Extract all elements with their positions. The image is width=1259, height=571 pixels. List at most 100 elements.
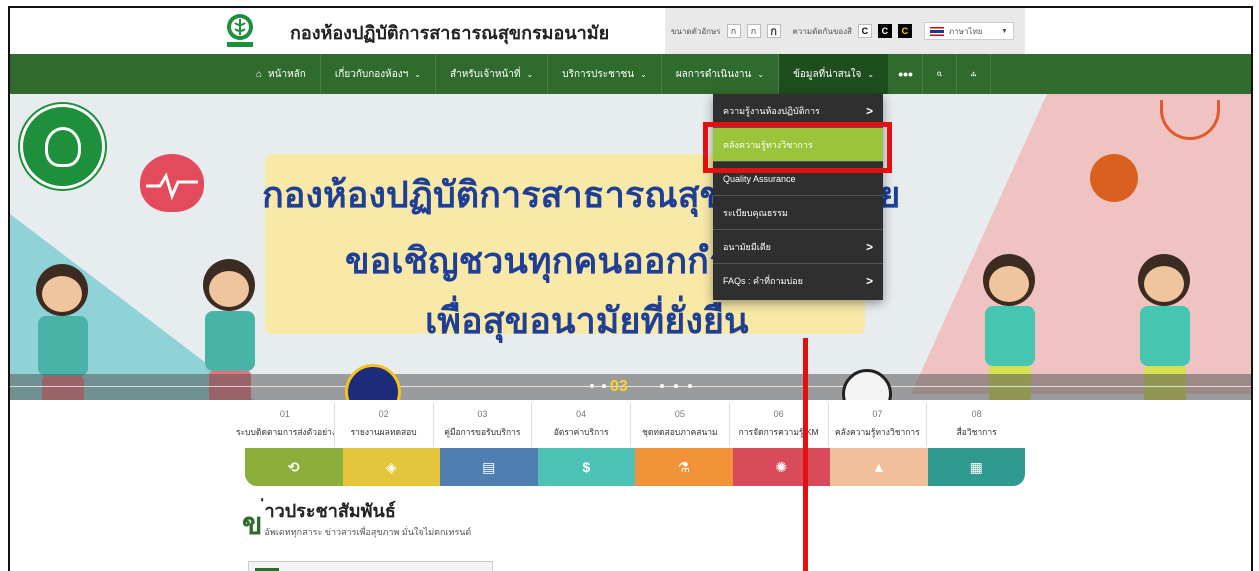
- service-number: 05: [674, 409, 685, 419]
- department-of-health-logo-icon[interactable]: [225, 13, 255, 49]
- service-label: คลังความรู้ทางวิชาการ: [834, 427, 920, 437]
- sitemap-icon: [971, 71, 977, 77]
- flask-icon[interactable]: ⚗: [635, 448, 733, 486]
- service-number: 06: [773, 409, 784, 419]
- nav-item-performance[interactable]: ผลการดำเนินงาน ⌄: [662, 54, 780, 94]
- carousel-dot[interactable]: [660, 384, 664, 388]
- carousel-dot[interactable]: [602, 384, 606, 388]
- news-heading-initial: ข: [242, 508, 263, 541]
- volleyball-icon: [345, 364, 401, 400]
- service-label: รายงานผลทดสอบ: [350, 427, 417, 437]
- heart-icon: [140, 154, 204, 212]
- news-card[interactable]: [248, 561, 493, 571]
- annotation-highlight-box: [703, 122, 892, 173]
- font-small-button[interactable]: ก: [726, 24, 741, 38]
- nav-item-label: ข้อมูลที่น่าสนใจ: [793, 68, 862, 80]
- badge-icon[interactable]: ◈: [342, 448, 440, 486]
- service-item[interactable]: 02 รายงานผลทดสอบ: [335, 403, 434, 447]
- nav-item-interesting-info[interactable]: ข้อมูลที่น่าสนใจ ⌄: [779, 54, 890, 94]
- graduation-cap-icon[interactable]: ▲: [830, 448, 928, 486]
- nav-item-home[interactable]: ⌂ หน้าหลัก: [242, 54, 321, 94]
- chevron-down-icon: ⌄: [526, 69, 534, 79]
- history-icon[interactable]: ⟲: [245, 448, 343, 486]
- contrast-label: ความตัดกันของสี: [792, 26, 852, 36]
- dropdown-item-label: อนามัยมีเดีย: [723, 241, 771, 252]
- contrast-yellow-button[interactable]: C: [897, 24, 912, 38]
- chevron-right-icon: >: [865, 274, 873, 288]
- language-label: ภาษาไทย: [948, 26, 983, 36]
- site-title[interactable]: กองห้องปฏิบัติการสาธารณสุขกรมอนามัย: [290, 18, 609, 47]
- service-item[interactable]: 03 คู่มือการขอรับบริการ: [434, 403, 533, 447]
- basketball-icon: [1090, 154, 1138, 202]
- service-icon-bar: ⟲ ◈ ▤ $ ⚗ ✺ ▲ ▦: [245, 448, 1025, 486]
- chevron-right-icon: >: [865, 103, 873, 118]
- service-item[interactable]: 05 ชุดทดสอบภาคสนาม: [631, 403, 730, 447]
- main-nav: ⌂ หน้าหลัก เกี่ยวกับกองห้องฯ ⌄ สำหรับเจ้…: [10, 54, 1251, 94]
- nav-item-label: สำหรับเจ้าหน้าที่: [449, 68, 521, 80]
- service-item[interactable]: 06 การจัดการความรู้ KM: [730, 403, 829, 447]
- hero-carousel[interactable]: กองห้องปฏิบัติการสาธารณสุขกรมอนามัย ขอเช…: [10, 94, 1251, 400]
- sitemap-button[interactable]: [957, 54, 992, 94]
- font-large-button[interactable]: ก: [766, 24, 781, 38]
- chevron-down-icon: ▼: [1000, 27, 1008, 35]
- chevron-down-icon: ⌄: [757, 69, 765, 79]
- news-section-heading: ข ่าวประชาสัมพันธ์ อัพเดททุกสาระ ข่าวสาร…: [242, 496, 472, 541]
- dropdown-item-label: ระเบียบคุณธรรม: [723, 207, 788, 218]
- nav-item-label: หน้าหลัก: [268, 68, 306, 80]
- hero-tagline: เพื่อสุขอนามัยที่ยั่งยืน: [425, 301, 749, 342]
- service-label: ชุดทดสอบภาคสนาม: [642, 427, 718, 437]
- carousel-dot[interactable]: [590, 384, 594, 388]
- browser-frame: กองห้องปฏิบัติการสาธารณสุขกรมอนามัย ขนาด…: [8, 6, 1253, 571]
- service-item[interactable]: 01 ระบบติดตามการส่งตัวอย่างน้ำ: [236, 403, 335, 447]
- font-medium-button[interactable]: ก: [746, 24, 761, 38]
- nav-item-public-services[interactable]: บริการประชาชน ⌄: [548, 54, 662, 94]
- home-icon: ⌂: [256, 68, 263, 80]
- news-heading-title: ่าวประชาสัมพันธ์: [264, 501, 396, 522]
- service-item[interactable]: 07 คลังความรู้ทางวิชาการ: [829, 403, 928, 447]
- service-item[interactable]: 08 สื่อวิชาการ: [927, 403, 1026, 447]
- more-menu-button[interactable]: •••: [889, 54, 924, 94]
- dropdown-item-faq[interactable]: FAQs : คำที่ถามบ่อย >: [713, 264, 883, 298]
- language-select[interactable]: ภาษาไทย ▼: [923, 22, 1014, 40]
- nav-item-staff[interactable]: สำหรับเจ้าหน้าที่ ⌄: [436, 54, 549, 94]
- chevron-down-icon: ⌄: [640, 69, 647, 79]
- service-item[interactable]: 04 อัตราค่าบริการ: [532, 403, 631, 447]
- font-size-label: ขนาดตัวอักษร: [671, 26, 721, 36]
- dropdown-item-ethics[interactable]: ระเบียบคุณธรรม: [713, 196, 883, 230]
- service-number: 01: [279, 409, 290, 419]
- service-number: 08: [971, 409, 982, 419]
- contrast-normal-button[interactable]: C: [857, 24, 872, 38]
- ministry-seal-icon: [20, 104, 105, 189]
- service-label: ระบบติดตามการส่งตัวอย่างน้ำ: [236, 427, 334, 437]
- nav-item-label: เกี่ยวกับกองห้องฯ: [334, 68, 409, 80]
- carousel-slide-number: 03: [610, 378, 628, 395]
- carousel-dot[interactable]: [688, 384, 692, 388]
- carousel-dot[interactable]: [674, 384, 678, 388]
- news-heading-subtitle: อัพเดททุกสาระ ข่าวสารเพื่อสุขภาพ มั่นใจไ…: [264, 527, 472, 537]
- clipboard-icon[interactable]: ▤: [440, 448, 538, 486]
- nav-item-about[interactable]: เกี่ยวกับกองห้องฯ ⌄: [321, 54, 436, 94]
- nav-item-label: ผลการดำเนินงาน: [675, 68, 752, 80]
- service-links: 01 ระบบติดตามการส่งตัวอย่างน้ำ 02 รายงานผล…: [236, 403, 1026, 447]
- accessibility-toolbar: ขนาดตัวอักษร ก ก ก ความตัดกันของสี C C C…: [665, 8, 1025, 54]
- dropdown-item-label: Quality Assurance: [723, 173, 796, 184]
- service-number: 04: [576, 409, 587, 419]
- search-icon: [937, 71, 942, 77]
- site-header: กองห้องปฏิบัติการสาธารณสุขกรมอนามัย ขนาด…: [10, 8, 1251, 54]
- carousel-indicator-bar: 03: [10, 374, 1251, 400]
- lightbulb-icon[interactable]: ✺: [732, 448, 830, 486]
- nav-item-label: บริการประชาชน: [562, 68, 635, 80]
- dropdown-item-media[interactable]: อนามัยมีเดีย >: [713, 230, 883, 264]
- film-icon[interactable]: ▦: [927, 448, 1025, 486]
- dollar-icon[interactable]: $: [537, 448, 635, 486]
- service-label: การจัดการความรู้ KM: [738, 427, 819, 437]
- chevron-down-icon: ⌄: [414, 69, 421, 79]
- service-number: 07: [872, 409, 883, 419]
- dropdown-item-label: ความรู้งานห้องปฏิบัติการ: [723, 105, 820, 116]
- service-label: อัตราค่าบริการ: [553, 427, 609, 437]
- service-label: สื่อวิชาการ: [956, 427, 997, 437]
- service-number: 03: [477, 409, 488, 419]
- contrast-black-button[interactable]: C: [877, 24, 892, 38]
- service-number: 02: [378, 409, 389, 419]
- search-button[interactable]: [923, 54, 958, 94]
